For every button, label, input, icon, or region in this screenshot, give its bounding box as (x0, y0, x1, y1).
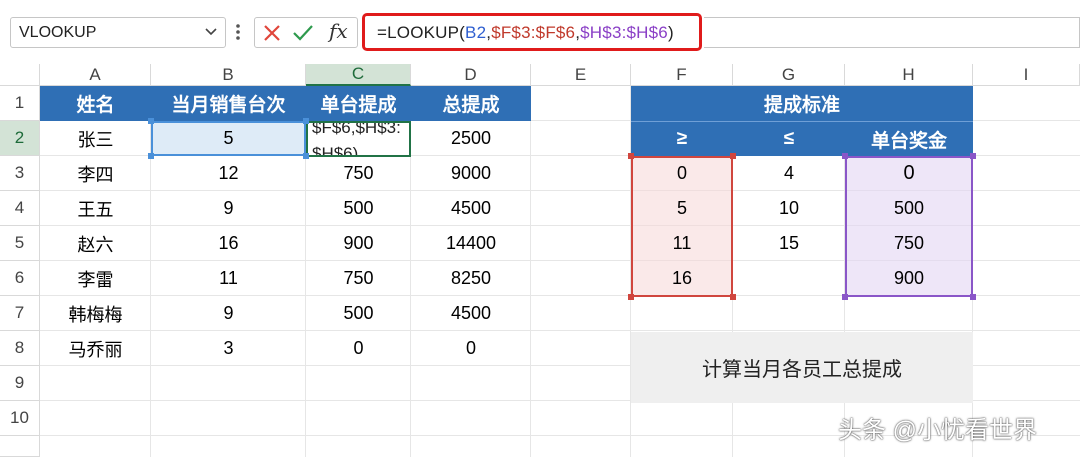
cell-h3[interactable]: 0 (845, 156, 973, 191)
cell-d3[interactable]: 9000 (411, 156, 531, 191)
formula-controls: fx (254, 17, 358, 48)
column-header-i[interactable]: I (973, 64, 1080, 86)
cell-c8[interactable]: 0 (306, 331, 411, 366)
cell-h6[interactable]: 900 (845, 261, 973, 296)
formula-toolbar: VLOOKUP fx =LOOKUP(B2,$F$3:$F$6,$H$3:$H$… (0, 0, 1080, 64)
cell-a6[interactable]: 李雷 (40, 261, 151, 296)
commission-standard-title[interactable]: 提成标准 (631, 86, 973, 121)
column-header-a[interactable]: A (40, 64, 151, 86)
formula-ref-b2: B2 (465, 23, 487, 42)
cell-d6[interactable]: 8250 (411, 261, 531, 296)
header-less-equal[interactable]: ≤ (733, 121, 845, 156)
cell-c7[interactable]: 500 (306, 296, 411, 331)
row-header-5[interactable]: 5 (0, 226, 40, 261)
row-header-2[interactable]: 2 (0, 121, 40, 156)
cell-b5[interactable]: 16 (151, 226, 306, 261)
cell-c5[interactable]: 900 (306, 226, 411, 261)
row-header-6[interactable]: 6 (0, 261, 40, 296)
confirm-check-icon[interactable] (292, 23, 314, 43)
cell-a4[interactable]: 王五 (40, 191, 151, 226)
header-greater-equal[interactable]: ≥ (631, 121, 733, 156)
cell-f3[interactable]: 0 (631, 156, 733, 191)
row-header-3[interactable]: 3 (0, 156, 40, 191)
cell-d7[interactable]: 4500 (411, 296, 531, 331)
cell-d8[interactable]: 0 (411, 331, 531, 366)
formula-ref-h: $H$3:$H$6 (580, 23, 668, 42)
row-header-9[interactable]: 9 (0, 366, 40, 401)
header-unit-commission[interactable]: 单台提成 (306, 86, 411, 121)
formula-bar-extension[interactable] (704, 17, 1080, 48)
column-header-e[interactable]: E (531, 64, 631, 86)
name-box-value: VLOOKUP (19, 24, 97, 41)
column-header-f[interactable]: F (631, 64, 733, 86)
cell-b3[interactable]: 12 (151, 156, 306, 191)
note-box[interactable]: 计算当月各员工总提成 (631, 332, 973, 403)
row-header-1[interactable]: 1 (0, 86, 40, 121)
cell-c3[interactable]: 750 (306, 156, 411, 191)
cell-a7[interactable]: 韩梅梅 (40, 296, 151, 331)
cell-d4[interactable]: 4500 (411, 191, 531, 226)
more-options-icon[interactable] (234, 22, 242, 42)
formula-text: =LOOKUP(B2,$F$3:$F$6,$H$3:$H$6) (377, 23, 674, 43)
row-header-4[interactable]: 4 (0, 191, 40, 226)
header-unit-bonus[interactable]: 单台奖金 (845, 121, 973, 156)
cell-b2-referenced[interactable]: 5 (151, 121, 306, 156)
column-header-d[interactable]: D (411, 64, 531, 86)
range-handle[interactable] (148, 118, 154, 124)
cell-g5[interactable]: 15 (733, 226, 845, 261)
range-handle[interactable] (148, 153, 154, 159)
watermark-text: 头条 @小忧看世界 (838, 417, 1038, 444)
row-header-10[interactable]: 10 (0, 401, 40, 436)
cell-g6[interactable] (733, 261, 845, 296)
cell-a3[interactable]: 李四 (40, 156, 151, 191)
cell-b8[interactable]: 3 (151, 331, 306, 366)
cell-f6[interactable]: 16 (631, 261, 733, 296)
insert-function-icon[interactable]: fx (329, 19, 348, 43)
cell-h4[interactable]: 500 (845, 191, 973, 226)
cell-h5[interactable]: 750 (845, 226, 973, 261)
column-header-b[interactable]: B (151, 64, 306, 86)
range-handle[interactable] (303, 118, 309, 124)
name-box[interactable]: VLOOKUP (10, 17, 226, 48)
cell-c4[interactable]: 500 (306, 191, 411, 226)
column-header-h[interactable]: H (845, 64, 973, 86)
header-name[interactable]: 姓名 (40, 86, 151, 121)
row-header-11[interactable] (0, 436, 40, 457)
cell-a2[interactable]: 张三 (40, 121, 151, 156)
cell-b7[interactable]: 9 (151, 296, 306, 331)
cell-g3[interactable]: 4 (733, 156, 845, 191)
formula-input[interactable]: =LOOKUP(B2,$F$3:$F$6,$H$3:$H$6) (362, 13, 702, 51)
header-units-sold[interactable]: 当月销售台次 (151, 86, 306, 121)
cell-f5[interactable]: 11 (631, 226, 733, 261)
cell-c2-editing[interactable]: $F$6,$H$3: $H$6) (306, 121, 411, 157)
formula-prefix: =LOOKUP( (377, 23, 466, 42)
formula-ref-f: $F$3:$F$6 (491, 23, 576, 42)
column-header-c[interactable]: C (306, 64, 411, 86)
column-header-g[interactable]: G (733, 64, 845, 86)
cell-c6[interactable]: 750 (306, 261, 411, 296)
header-total-commission[interactable]: 总提成 (411, 86, 531, 121)
cell-a8[interactable]: 马乔丽 (40, 331, 151, 366)
cell-b4[interactable]: 9 (151, 191, 306, 226)
cancel-icon[interactable] (262, 23, 282, 43)
chevron-down-icon[interactable] (203, 23, 219, 39)
formula-suffix: ) (667, 23, 674, 42)
cell-c2-edit-text: $F$6,$H$3: $H$6) (312, 121, 401, 157)
row-header-8[interactable]: 8 (0, 331, 40, 366)
cell-d2[interactable]: 2500 (411, 121, 531, 156)
cell-a5[interactable]: 赵六 (40, 226, 151, 261)
cell-f4[interactable]: 5 (631, 191, 733, 226)
select-all-corner[interactable] (0, 64, 40, 86)
cell-d5[interactable]: 14400 (411, 226, 531, 261)
cell-g4[interactable]: 10 (733, 191, 845, 226)
cell-b6[interactable]: 11 (151, 261, 306, 296)
range-handle[interactable] (303, 153, 309, 159)
row-header-7[interactable]: 7 (0, 296, 40, 331)
